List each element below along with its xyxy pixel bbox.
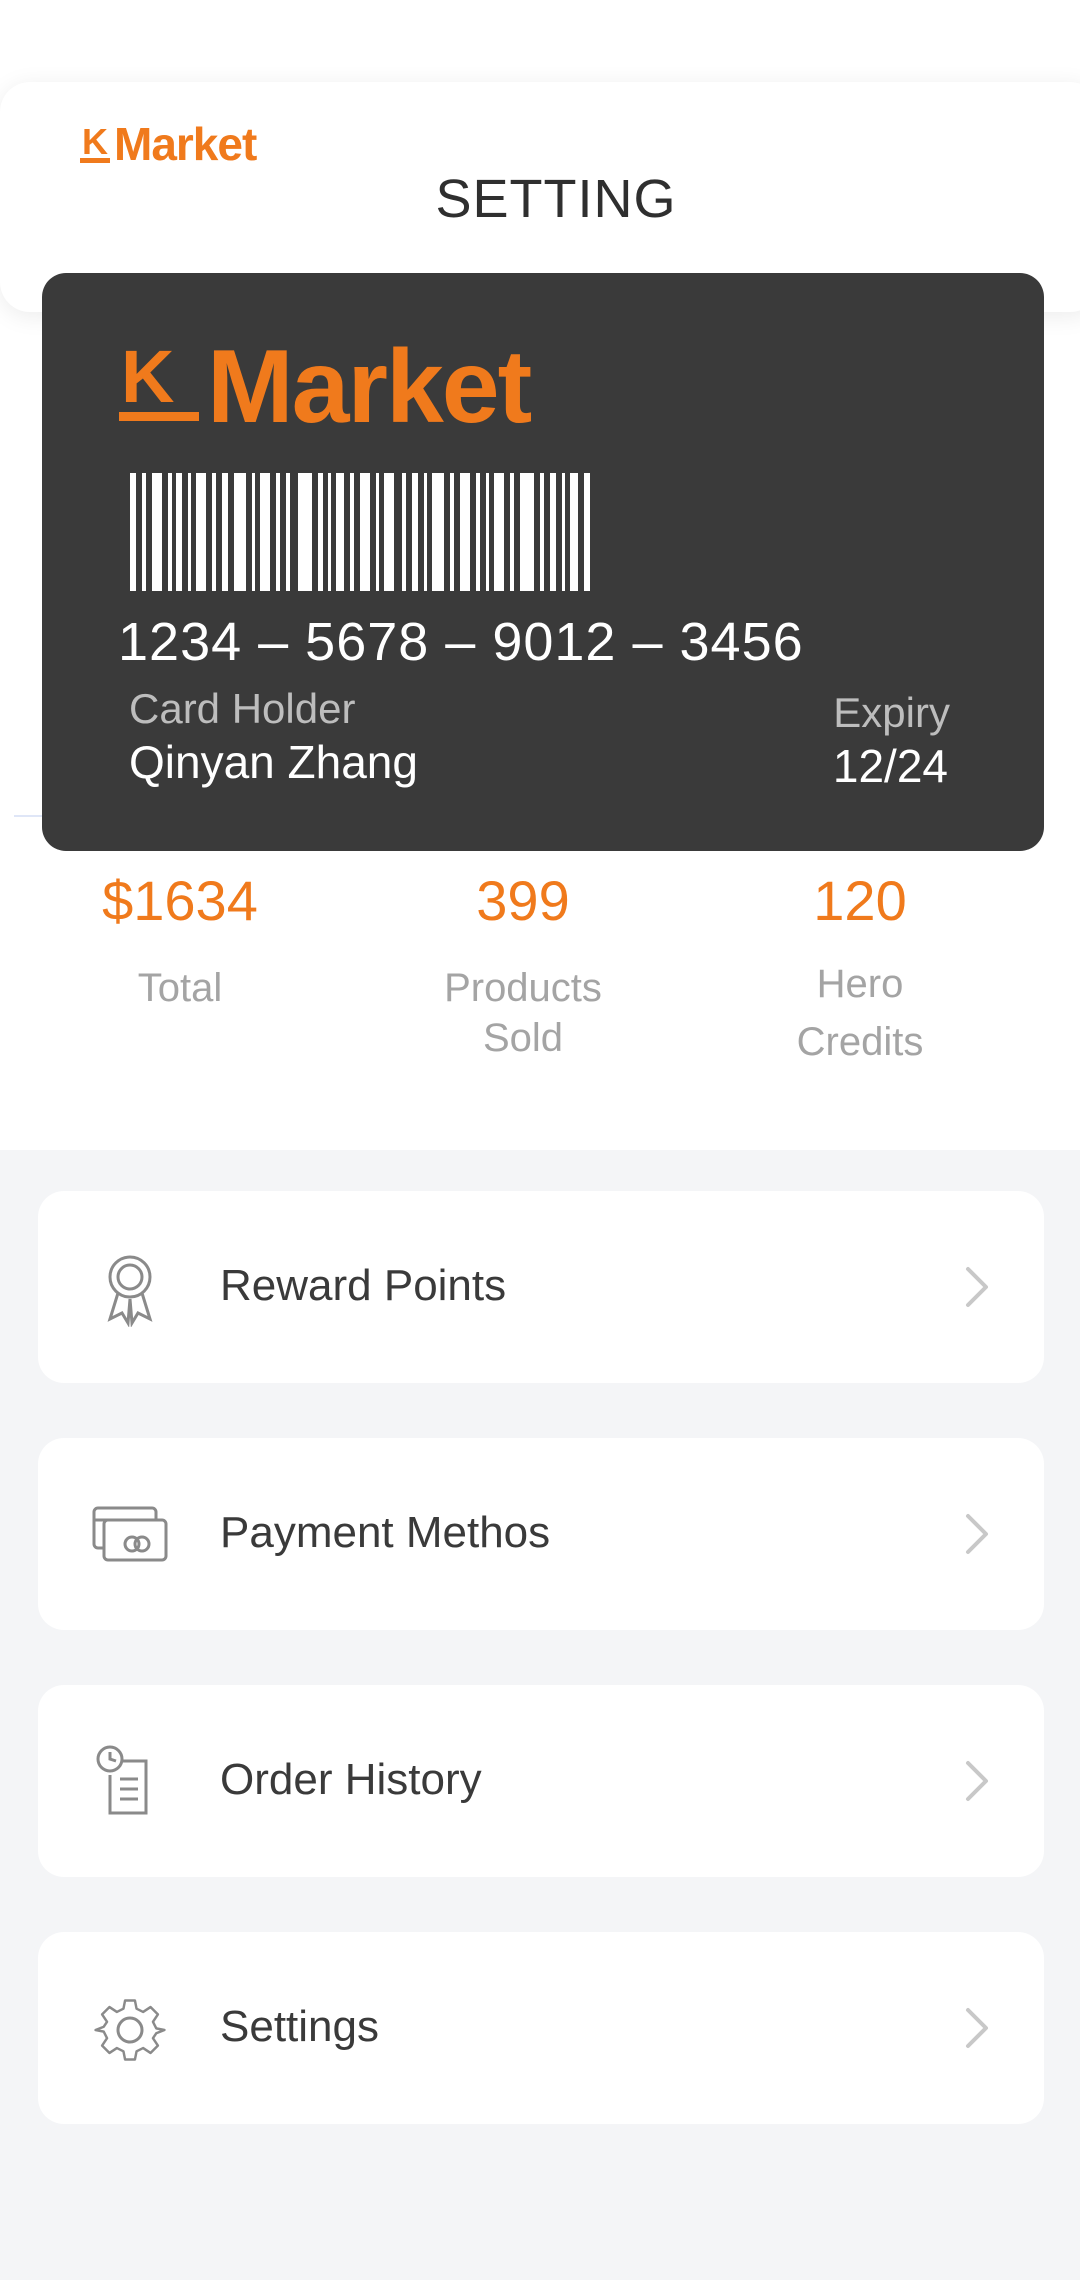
- card-holder-label: Card Holder: [129, 685, 356, 732]
- award-ribbon-icon: [107, 1255, 153, 1327]
- menu-label-payment-methods: Payment Methos: [220, 1508, 551, 1557]
- expiry-value: 12/24: [832, 740, 948, 792]
- menu-label-order-history: Order History: [220, 1755, 482, 1804]
- barcode: [130, 473, 590, 591]
- svg-text:Market: Market: [114, 118, 257, 166]
- stat-hero-credits-value: 120: [813, 869, 907, 932]
- expiry-label: Expiry: [833, 689, 950, 736]
- card-number: 1234 – 5678 – 9012 – 3456: [118, 612, 804, 672]
- kmarket-logo: K Market: [80, 118, 258, 166]
- svg-text:Market: Market: [207, 330, 532, 426]
- credit-card-icon: [92, 1506, 168, 1562]
- clock-document-icon: [96, 1745, 148, 1815]
- menu-item-settings[interactable]: Settings: [38, 1932, 1044, 2124]
- stat-products-sold-value: 399: [476, 869, 570, 932]
- stat-total: $1634 Total: [30, 868, 330, 1013]
- svg-text:K: K: [121, 335, 174, 418]
- gear-icon: [94, 1999, 166, 2061]
- menu-item-order-history[interactable]: Order History: [38, 1685, 1044, 1877]
- stat-hero-credits-label: Hero Credits: [796, 962, 924, 1064]
- stat-hero-credits: 120 Hero Credits: [710, 868, 1010, 1071]
- menu-item-payment-methods[interactable]: Payment Methos: [38, 1438, 1044, 1630]
- kmarket-card-logo: K Market: [119, 330, 534, 426]
- chevron-right-icon: [966, 1514, 988, 1554]
- menu-label-settings: Settings: [220, 2002, 379, 2051]
- stat-products-sold-label: Products Sold: [444, 966, 602, 1060]
- membership-card[interactable]: K Market 1234 – 5678 – 9012 – 3456 Card …: [42, 273, 1044, 851]
- stat-products-sold: 399 Products Sold: [373, 868, 673, 1063]
- svg-text:K: K: [82, 121, 108, 162]
- chevron-right-icon: [966, 1267, 988, 1307]
- chevron-right-icon: [966, 2008, 988, 2048]
- stat-total-value: $1634: [102, 869, 258, 932]
- stat-total-label: Total: [137, 966, 223, 1010]
- page-title: SETTING: [435, 169, 677, 229]
- card-holder-name: Qinyan Zhang: [129, 736, 418, 788]
- menu-item-reward-points[interactable]: Reward Points: [38, 1191, 1044, 1383]
- menu-label-reward-points: Reward Points: [220, 1261, 507, 1310]
- chevron-right-icon: [966, 1761, 988, 1801]
